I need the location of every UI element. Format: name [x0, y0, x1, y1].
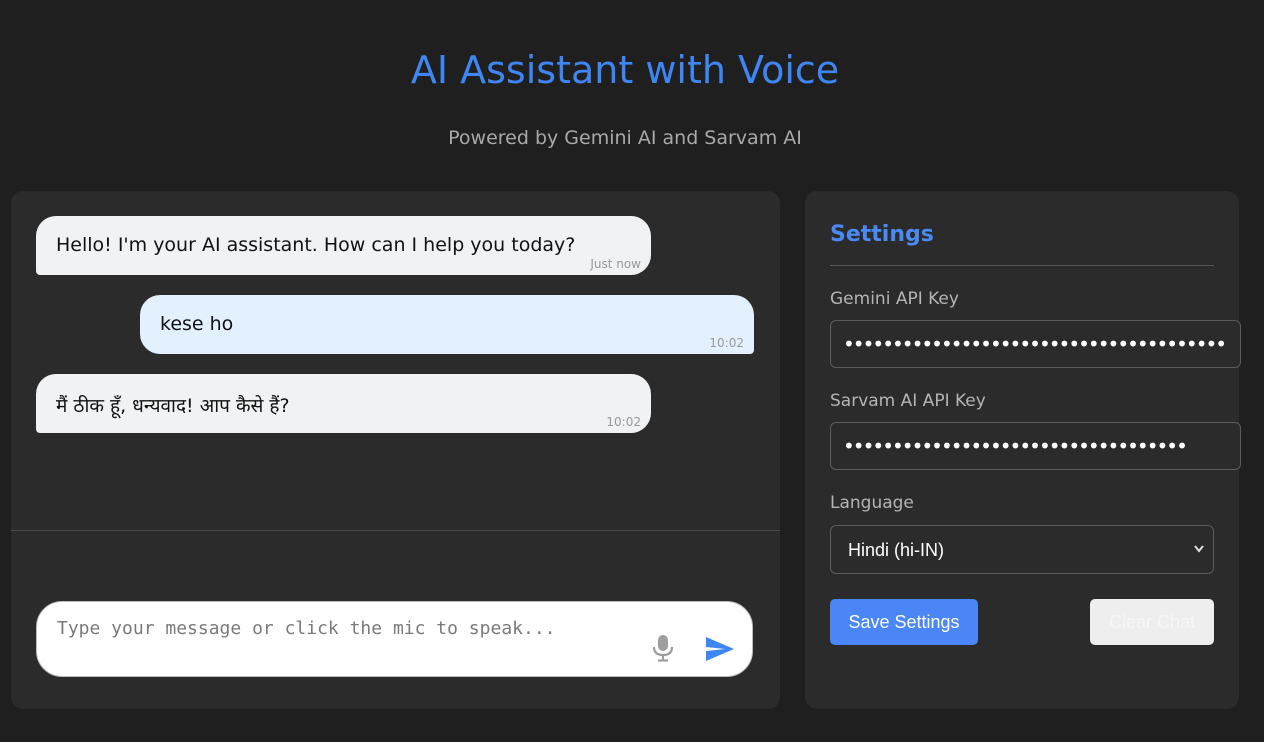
sarvam-api-key-input[interactable] [830, 422, 1241, 470]
chevron-down-icon [1193, 541, 1205, 557]
mic-icon[interactable] [651, 634, 675, 662]
message-text: मैं ठीक हूँ, धन्यवाद! आप कैसे हैं? [56, 395, 290, 417]
gemini-api-key-input[interactable] [830, 320, 1241, 368]
page-subtitle: Powered by Gemini AI and Sarvam AI [448, 127, 802, 149]
chat-message-user: kese ho 10:02 [140, 295, 754, 354]
language-select[interactable]: Hindi (hi-IN) [830, 525, 1214, 574]
language-selected-value: Hindi (hi-IN) [848, 540, 945, 560]
gemini-api-key-label: Gemini API Key [830, 289, 959, 309]
message-time: 10:02 [709, 336, 744, 350]
message-time: Just now [590, 257, 641, 271]
page-title: AI Assistant with Voice [410, 48, 840, 92]
language-label: Language [830, 493, 914, 513]
settings-title: Settings [830, 222, 934, 247]
message-time: 10:02 [606, 415, 641, 429]
settings-panel: Settings Gemini API Key Sarvam AI API Ke… [805, 191, 1241, 709]
message-input[interactable] [55, 616, 639, 660]
chat-panel: Hello! I'm your AI assistant. How can I … [11, 191, 780, 709]
send-icon[interactable] [705, 636, 735, 662]
chat-divider [11, 530, 780, 531]
message-text: Hello! I'm your AI assistant. How can I … [56, 234, 576, 256]
settings-divider [830, 265, 1214, 266]
chat-message-assistant: मैं ठीक हूँ, धन्यवाद! आप कैसे हैं? 10:02 [36, 374, 651, 433]
message-input-container [36, 601, 753, 677]
sarvam-api-key-label: Sarvam AI API Key [830, 391, 986, 411]
chat-message-assistant: Hello! I'm your AI assistant. How can I … [36, 216, 651, 275]
save-settings-button[interactable]: Save Settings [830, 599, 978, 645]
message-text: kese ho [160, 313, 234, 335]
clear-chat-button[interactable]: Clear Chat [1090, 599, 1214, 645]
